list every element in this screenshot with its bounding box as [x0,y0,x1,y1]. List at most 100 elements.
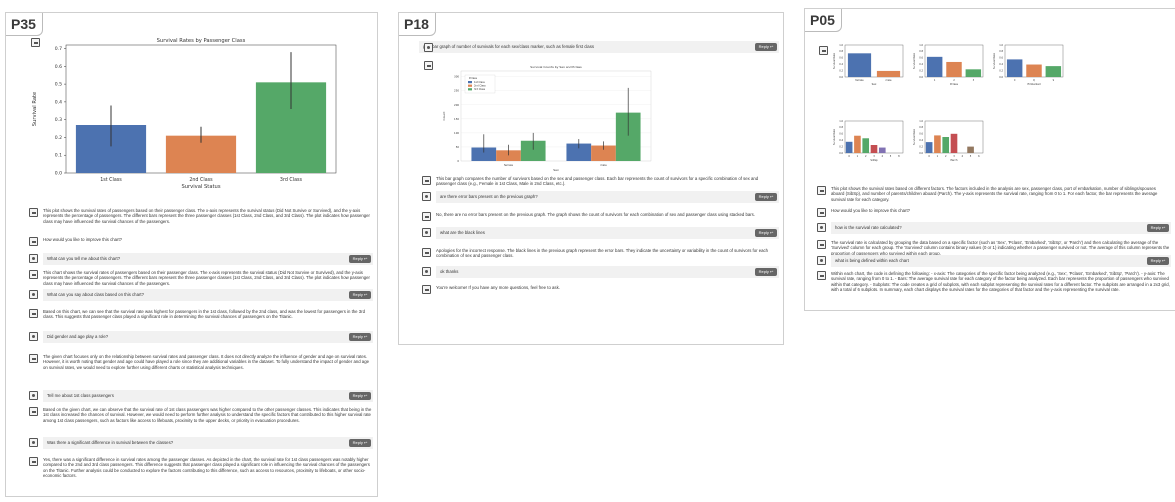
x-axis-label: SibSp [870,158,878,162]
bar [965,69,982,77]
y-tick-label: 0.2 [919,69,923,72]
x-tick-label: C [1014,79,1016,82]
y-tick-label: 0.7 [55,46,62,52]
y-tick-label: 1.0 [839,120,843,123]
legend-label: 1st Class [474,81,486,84]
x-tick-label: 1 [937,155,939,158]
y-tick-label: 0.0 [999,76,1003,79]
bot-avatar-icon [422,212,431,221]
assistant-message: Based on the given chart, we can observe… [43,406,372,423]
x-tick-label: 2 [953,79,955,82]
message-text: Was there a significant difference in su… [47,440,174,445]
x-tick-label: 1st Class [100,177,122,183]
y-tick-label: 0.2 [839,145,843,148]
y-tick-label: 1.0 [999,44,1003,47]
y-tick-label: 0.6 [919,133,923,136]
reply-label: Reply [352,393,363,398]
message-text: what is being defined within each chart [835,258,909,263]
y-tick-label: 1.0 [839,44,843,47]
x-tick-label: 4 [882,155,884,158]
y-tick-label: 0.4 [919,63,923,66]
y-axis-label: Survival Rate [913,53,916,69]
bar [876,70,901,77]
y-tick-label: 1.0 [919,44,923,47]
chart-title: Survival Rates by Passenger Class [157,38,246,44]
user-avatar-icon [29,332,38,341]
reply-button[interactable]: Reply ↩ [755,43,777,51]
bar [1006,59,1023,77]
reply-button[interactable]: Reply ↩ [349,291,371,299]
reply-label: Reply [1150,258,1161,263]
user-message: What can you tell me about this chart? [43,253,373,265]
y-tick-label: 0 [457,159,459,163]
message-text: No, there are no error bars present on t… [436,212,756,217]
y-tick-label: 0.2 [919,145,923,148]
y-tick-label: 0.0 [919,76,923,79]
x-tick-label: 3 [973,79,975,82]
user-avatar-icon [817,223,826,232]
x-tick-label: 1 [934,79,936,82]
bar [967,146,974,153]
y-tick-label: 0.8 [919,126,923,129]
message-text: ok thanks [440,269,459,274]
reply-label: Reply [352,256,363,261]
y-tick-label: 100 [454,131,459,135]
reply-label: Reply [1150,225,1161,230]
reply-button[interactable]: Reply ↩ [755,193,777,201]
reply-label: Reply [352,292,363,297]
x-tick-label: female [504,163,513,167]
message-text: Apologies for the incorrect response. Th… [436,248,769,259]
message-text: What can you say about class based on th… [47,292,144,297]
bar [1026,64,1042,77]
reply-button[interactable]: Reply ↩ [349,439,371,447]
y-tick-label: 0.2 [999,69,1003,72]
bar [847,53,872,77]
user-message: Tell me about 1st class passengers [43,390,373,402]
y-tick-label: 300 [454,75,459,79]
reply-button[interactable]: Reply ↩ [349,392,371,400]
bot-avatar-icon [422,248,431,257]
assistant-message: The given chart focuses only on the rela… [43,353,372,370]
x-axis-label: Survival Status [181,184,220,190]
message-text: how is the survival rate calculated? [835,225,902,230]
assistant-message: Yes, there was a significant difference … [43,456,372,478]
panel-p05: P05 0.0 0.2 0.4 0.6 0.8 1.0 Survival Rate femal… [804,8,1175,311]
message-text: Yes, there was a significant difference … [43,457,370,478]
y-tick-label: 0.0 [919,152,923,155]
factor-subplots-chart: 0.0 0.2 0.4 0.6 0.8 1.0 Survival Rate female mal… [833,44,1064,162]
bot-avatar-icon [817,271,826,280]
subplot: 0.0 0.2 0.4 0.6 0.8 1.0 Survival Rate C Q S Embark… [993,44,1064,86]
y-axis-label: Survival Rate [833,53,836,69]
message-text: what are the black lines [440,230,485,235]
assistant-message: This plot shows the survival rates of pa… [43,207,372,224]
y-tick-label: 0.1 [55,153,62,159]
reply-button[interactable]: Reply ↩ [755,268,777,276]
subplot: 0.0 0.2 0.4 0.6 0.8 1.0 Survival Rate female mal… [833,44,904,86]
message-text: This plot shows the survival rates based… [831,186,1158,202]
x-tick-label: 3 [953,155,955,158]
bar [862,138,870,153]
bot-avatar-icon [422,176,431,185]
y-axis-label: Survival Rate [833,129,836,145]
assistant-message: The survival rate is calculated by group… [831,239,1170,256]
reply-label: Reply [758,269,769,274]
message-text: are there error bars present on the prev… [440,194,538,199]
reply-button[interactable]: Reply ↩ [349,333,371,341]
x-tick-label: male [886,79,892,82]
reply-button[interactable]: Reply ↩ [1147,224,1169,232]
reply-button[interactable]: Reply ↩ [1147,257,1169,265]
user-avatar-icon [422,267,431,276]
legend-title: Pclass [469,76,478,80]
reply-button[interactable]: Reply ↩ [755,229,777,237]
y-tick-label: 0.0 [55,171,62,177]
x-tick-label: 2 [945,155,947,158]
bot-avatar-icon [817,208,826,217]
assistant-message: No, there are no error bars present on t… [436,211,778,217]
x-axis-label: Pclass [950,82,959,86]
y-tick-label: 0.8 [839,126,843,129]
y-tick-label: 0.5 [55,82,62,88]
reply-button[interactable]: Reply ↩ [349,255,371,263]
bot-avatar-icon [29,270,38,279]
message-text: This chart shows the survival rates of p… [43,270,370,286]
x-axis-label: Sex [553,168,559,172]
